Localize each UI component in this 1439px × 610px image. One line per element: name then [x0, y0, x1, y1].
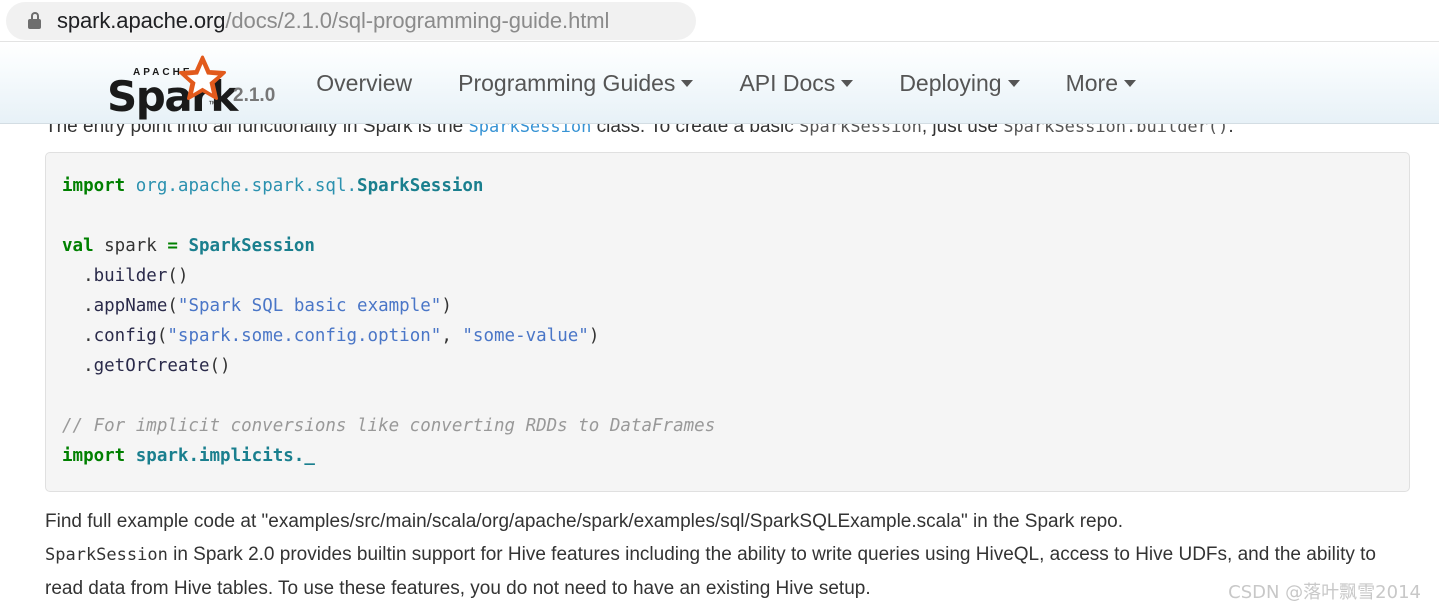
nav-item-label: Programming Guides: [458, 69, 676, 96]
code-token: "Spark SQL basic example": [177, 296, 442, 316]
code-token: appName: [93, 296, 168, 316]
nav-item-label: More: [1065, 69, 1119, 96]
nav-item-deploying[interactable]: Deploying: [876, 70, 1042, 97]
code-token: config: [93, 326, 157, 346]
code-token: SparkSession: [357, 176, 484, 196]
code-token: ,: [441, 326, 463, 346]
chevron-down-icon: [681, 79, 694, 87]
version-label: 2.1.0: [233, 85, 276, 106]
nav-item-api-docs[interactable]: API Docs: [716, 70, 876, 97]
nav-item-label: API Docs: [739, 69, 836, 96]
code-token: (: [156, 326, 168, 346]
code-token: ): [441, 296, 452, 316]
code-token: (: [167, 296, 178, 316]
code-token: ): [588, 326, 600, 346]
code-token: val: [62, 236, 94, 256]
navbar-inner: APACHE Spark ™ 2.1.0 Overview Programming…: [107, 42, 1159, 124]
url-host: spark.apache.org: [57, 7, 226, 33]
chevron-down-icon: [1007, 79, 1020, 87]
code-token: SparkSession: [188, 236, 315, 256]
code-token: .: [62, 356, 94, 376]
code-token: "spark.some.config.option": [167, 326, 442, 346]
spark-logo: APACHE Spark ™: [107, 55, 238, 121]
nav-item-label: Overview: [316, 69, 413, 96]
code-token: .: [62, 266, 94, 286]
nav-links: Overview Programming Guides API Docs Deploy…: [293, 70, 1159, 97]
code-token: org.apache.spark.sql.: [135, 176, 358, 196]
code-token: spark.implicits._: [135, 446, 315, 466]
hive-support-text: in Spark 2.0 provides builtin support fo…: [45, 544, 1376, 599]
chevron-down-icon: [1124, 79, 1137, 87]
inline-code-sparksession-2: SparkSession: [45, 545, 168, 565]
url-path: /docs/2.1.0/sql-programming-guide.html: [225, 7, 610, 33]
code-block: import org.apache.spark.sql.SparkSession…: [45, 152, 1410, 492]
code-token: "some-value": [462, 326, 589, 346]
nav-item-overview[interactable]: Overview: [293, 70, 435, 97]
code-token: import: [62, 446, 126, 466]
code-token: (): [209, 356, 231, 376]
code-token: builder: [93, 266, 168, 286]
page-content: The entry point into all functionality i…: [0, 41, 1439, 610]
nav-item-programming-guides[interactable]: Programming Guides: [435, 70, 716, 97]
browser-url-bar: spark.apache.org/docs/2.1.0/sql-programm…: [0, 0, 1439, 41]
code-token: getOrCreate: [93, 356, 210, 376]
code-token: .: [62, 296, 94, 316]
star-icon: [175, 55, 227, 108]
code-token: spark: [93, 236, 168, 256]
code-token: .: [62, 326, 94, 346]
hive-support-paragraph: SparkSession in Spark 2.0 provides built…: [45, 538, 1415, 605]
brand-logo-link[interactable]: APACHE Spark ™ 2.1.0: [107, 55, 276, 121]
address-field[interactable]: spark.apache.org/docs/2.1.0/sql-programm…: [6, 1, 696, 40]
url-text: spark.apache.org/docs/2.1.0/sql-programm…: [57, 8, 609, 34]
code-token: (): [167, 266, 189, 286]
code-content: import org.apache.spark.sql.SparkSession…: [62, 171, 1393, 471]
example-code-note: Find full example code at "examples/src/…: [45, 511, 1124, 532]
lock-icon: [28, 12, 41, 29]
nav-item-label: Deploying: [899, 69, 1002, 96]
chevron-down-icon: [841, 79, 854, 87]
csdn-watermark: CSDN @落叶飘雪2014: [1228, 582, 1421, 603]
nav-item-more[interactable]: More: [1043, 70, 1159, 97]
code-token: =: [167, 236, 178, 256]
code-token: import: [62, 176, 126, 196]
code-token: // For implicit conversions like convert…: [62, 416, 716, 436]
site-navbar: APACHE Spark ™ 2.1.0 Overview Programming…: [0, 41, 1439, 124]
